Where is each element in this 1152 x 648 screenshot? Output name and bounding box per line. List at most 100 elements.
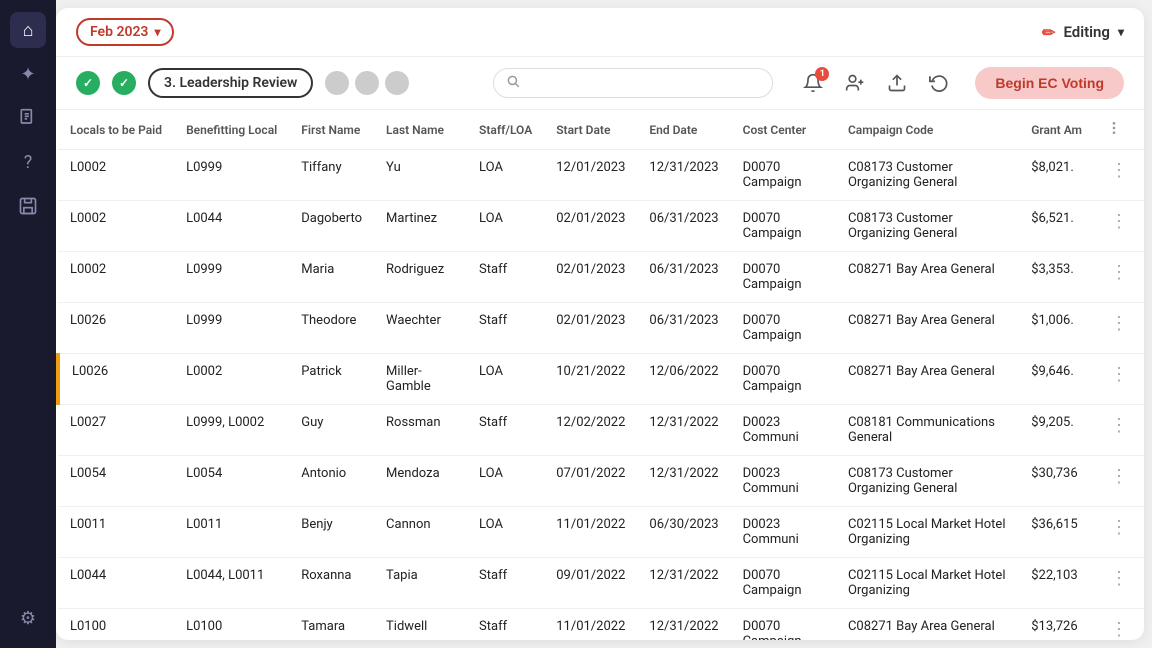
table-cell: L0026 — [58, 354, 174, 405]
table-row[interactable]: L0002L0999TiffanyYuLOA12/01/202312/31/20… — [58, 150, 1144, 201]
table-cell: Staff — [467, 252, 544, 303]
main-panel: Feb 2023 ▾ ✏ Editing ▾ ✓ ✓ 3. Leadership… — [56, 8, 1144, 640]
more-icon[interactable]: ⋮ — [1106, 364, 1132, 385]
more-icon[interactable]: ⋮ — [1106, 262, 1132, 283]
history-button[interactable] — [923, 67, 955, 99]
more-icon[interactable]: ⋮ — [1106, 160, 1132, 181]
search-input[interactable] — [528, 75, 760, 91]
table-header-row: Locals to be Paid Benefitting Local Firs… — [58, 110, 1144, 150]
table-cell: Staff — [467, 303, 544, 354]
table-cell: C08173 Customer Organizing General — [836, 150, 1019, 201]
begin-ec-voting-button[interactable]: Begin EC Voting — [975, 67, 1124, 99]
table-cell: L0026 — [58, 303, 174, 354]
table-cell: Rossman — [374, 405, 467, 456]
step-dot-4 — [325, 71, 349, 95]
question-icon[interactable]: ? — [10, 144, 46, 180]
document-icon[interactable] — [10, 100, 46, 136]
table-cell: Cannon — [374, 507, 467, 558]
row-more-button[interactable]: ⋮ — [1094, 201, 1144, 252]
step-1-check: ✓ — [76, 71, 100, 95]
table-cell: 07/01/2022 — [544, 456, 637, 507]
table-row[interactable]: L0044L0044, L0011RoxannaTapiaStaff09/01/… — [58, 558, 1144, 609]
table-cell: 12/02/2022 — [544, 405, 637, 456]
more-icon[interactable]: ⋮ — [1106, 211, 1132, 232]
editing-button[interactable]: ✏ Editing ▾ — [1042, 23, 1124, 42]
row-more-button[interactable]: ⋮ — [1094, 609, 1144, 641]
settings-icon[interactable]: ⚙ — [10, 600, 46, 636]
row-more-button[interactable]: ⋮ — [1094, 252, 1144, 303]
table-cell: L0002 — [174, 354, 289, 405]
search-bar[interactable] — [493, 68, 773, 98]
col-cost-center: Cost Center — [731, 110, 836, 150]
table-cell: L0999, L0002 — [174, 405, 289, 456]
row-more-button[interactable]: ⋮ — [1094, 507, 1144, 558]
table-row[interactable]: L0100L0100TamaraTidwellStaff11/01/202212… — [58, 609, 1144, 641]
chevron-down-icon: ▾ — [1118, 25, 1124, 39]
step-active-label[interactable]: 3. Leadership Review — [148, 68, 313, 98]
table-cell: 12/31/2022 — [637, 609, 730, 641]
table-cell: L0011 — [58, 507, 174, 558]
more-icon[interactable]: ⋮ — [1106, 466, 1132, 487]
table-cell: D0070 Campaign — [731, 303, 836, 354]
table-cell: $1,006. — [1019, 303, 1094, 354]
table-cell: Staff — [467, 405, 544, 456]
table-cell: C08271 Bay Area General — [836, 303, 1019, 354]
table-cell: Yu — [374, 150, 467, 201]
table-cell: L0999 — [174, 150, 289, 201]
table-cell: C08173 Customer Organizing General — [836, 456, 1019, 507]
table-cell: 12/31/2023 — [637, 150, 730, 201]
more-icon[interactable]: ⋮ — [1106, 568, 1132, 589]
table-cell: 06/31/2023 — [637, 201, 730, 252]
more-icon[interactable]: ⋮ — [1106, 415, 1132, 436]
table-row[interactable]: L0026L0002PatrickMiller-GambleLOA10/21/2… — [58, 354, 1144, 405]
row-more-button[interactable]: ⋮ — [1094, 558, 1144, 609]
step-label: 3. Leadership Review — [164, 75, 297, 91]
col-benefitting: Benefitting Local — [174, 110, 289, 150]
table-cell: Tapia — [374, 558, 467, 609]
table-row[interactable]: L0002L0044DagobertoMartinezLOA02/01/2023… — [58, 201, 1144, 252]
table-row[interactable]: L0026L0999TheodoreWaechterStaff02/01/202… — [58, 303, 1144, 354]
table-cell: Rodriguez — [374, 252, 467, 303]
notifications-button[interactable]: 1 — [797, 67, 829, 99]
magic-icon[interactable]: ✦ — [10, 56, 46, 92]
table-cell: 06/31/2023 — [637, 252, 730, 303]
table-cell: C08271 Bay Area General — [836, 354, 1019, 405]
date-selector[interactable]: Feb 2023 ▾ — [76, 18, 174, 46]
step-dot-5 — [355, 71, 379, 95]
save-icon[interactable] — [10, 188, 46, 224]
table-row[interactable]: L0054L0054AntonioMendozaLOA07/01/202212/… — [58, 456, 1144, 507]
table-cell: Patrick — [289, 354, 374, 405]
table-cell: D0023 Communi — [731, 456, 836, 507]
row-more-button[interactable]: ⋮ — [1094, 354, 1144, 405]
more-icon[interactable]: ⋮ — [1106, 619, 1132, 640]
more-icon[interactable]: ⋮ — [1106, 313, 1132, 334]
home-icon[interactable]: ⌂ — [10, 12, 46, 48]
export-button[interactable] — [881, 67, 913, 99]
table-cell: D0070 Campaign — [731, 354, 836, 405]
table-cell: Theodore — [289, 303, 374, 354]
table-cell: Maria — [289, 252, 374, 303]
table-cell: D0070 Campaign — [731, 150, 836, 201]
table-cell: 11/01/2022 — [544, 507, 637, 558]
row-more-button[interactable]: ⋮ — [1094, 456, 1144, 507]
table-cell: 02/01/2023 — [544, 201, 637, 252]
search-icon — [506, 74, 520, 92]
row-more-button[interactable]: ⋮ — [1094, 150, 1144, 201]
table-row[interactable]: L0002L0999MariaRodriguezStaff02/01/20230… — [58, 252, 1144, 303]
table-row[interactable]: L0011L0011BenjyCannonLOA11/01/202206/30/… — [58, 507, 1144, 558]
table-cell: Tidwell — [374, 609, 467, 641]
table-cell: Waechter — [374, 303, 467, 354]
table-cell: 02/01/2023 — [544, 252, 637, 303]
table-row[interactable]: L0027L0999, L0002GuyRossmanStaff12/02/20… — [58, 405, 1144, 456]
table-cell: 02/01/2023 — [544, 303, 637, 354]
table-cell: L0002 — [58, 201, 174, 252]
col-end-date: End Date — [637, 110, 730, 150]
row-more-button[interactable]: ⋮ — [1094, 405, 1144, 456]
table-cell: C08173 Customer Organizing General — [836, 201, 1019, 252]
more-icon[interactable]: ⋮ — [1106, 517, 1132, 538]
add-user-button[interactable] — [839, 67, 871, 99]
table-cell: 11/01/2022 — [544, 609, 637, 641]
table-cell: L0100 — [174, 609, 289, 641]
table-cell: Guy — [289, 405, 374, 456]
row-more-button[interactable]: ⋮ — [1094, 303, 1144, 354]
